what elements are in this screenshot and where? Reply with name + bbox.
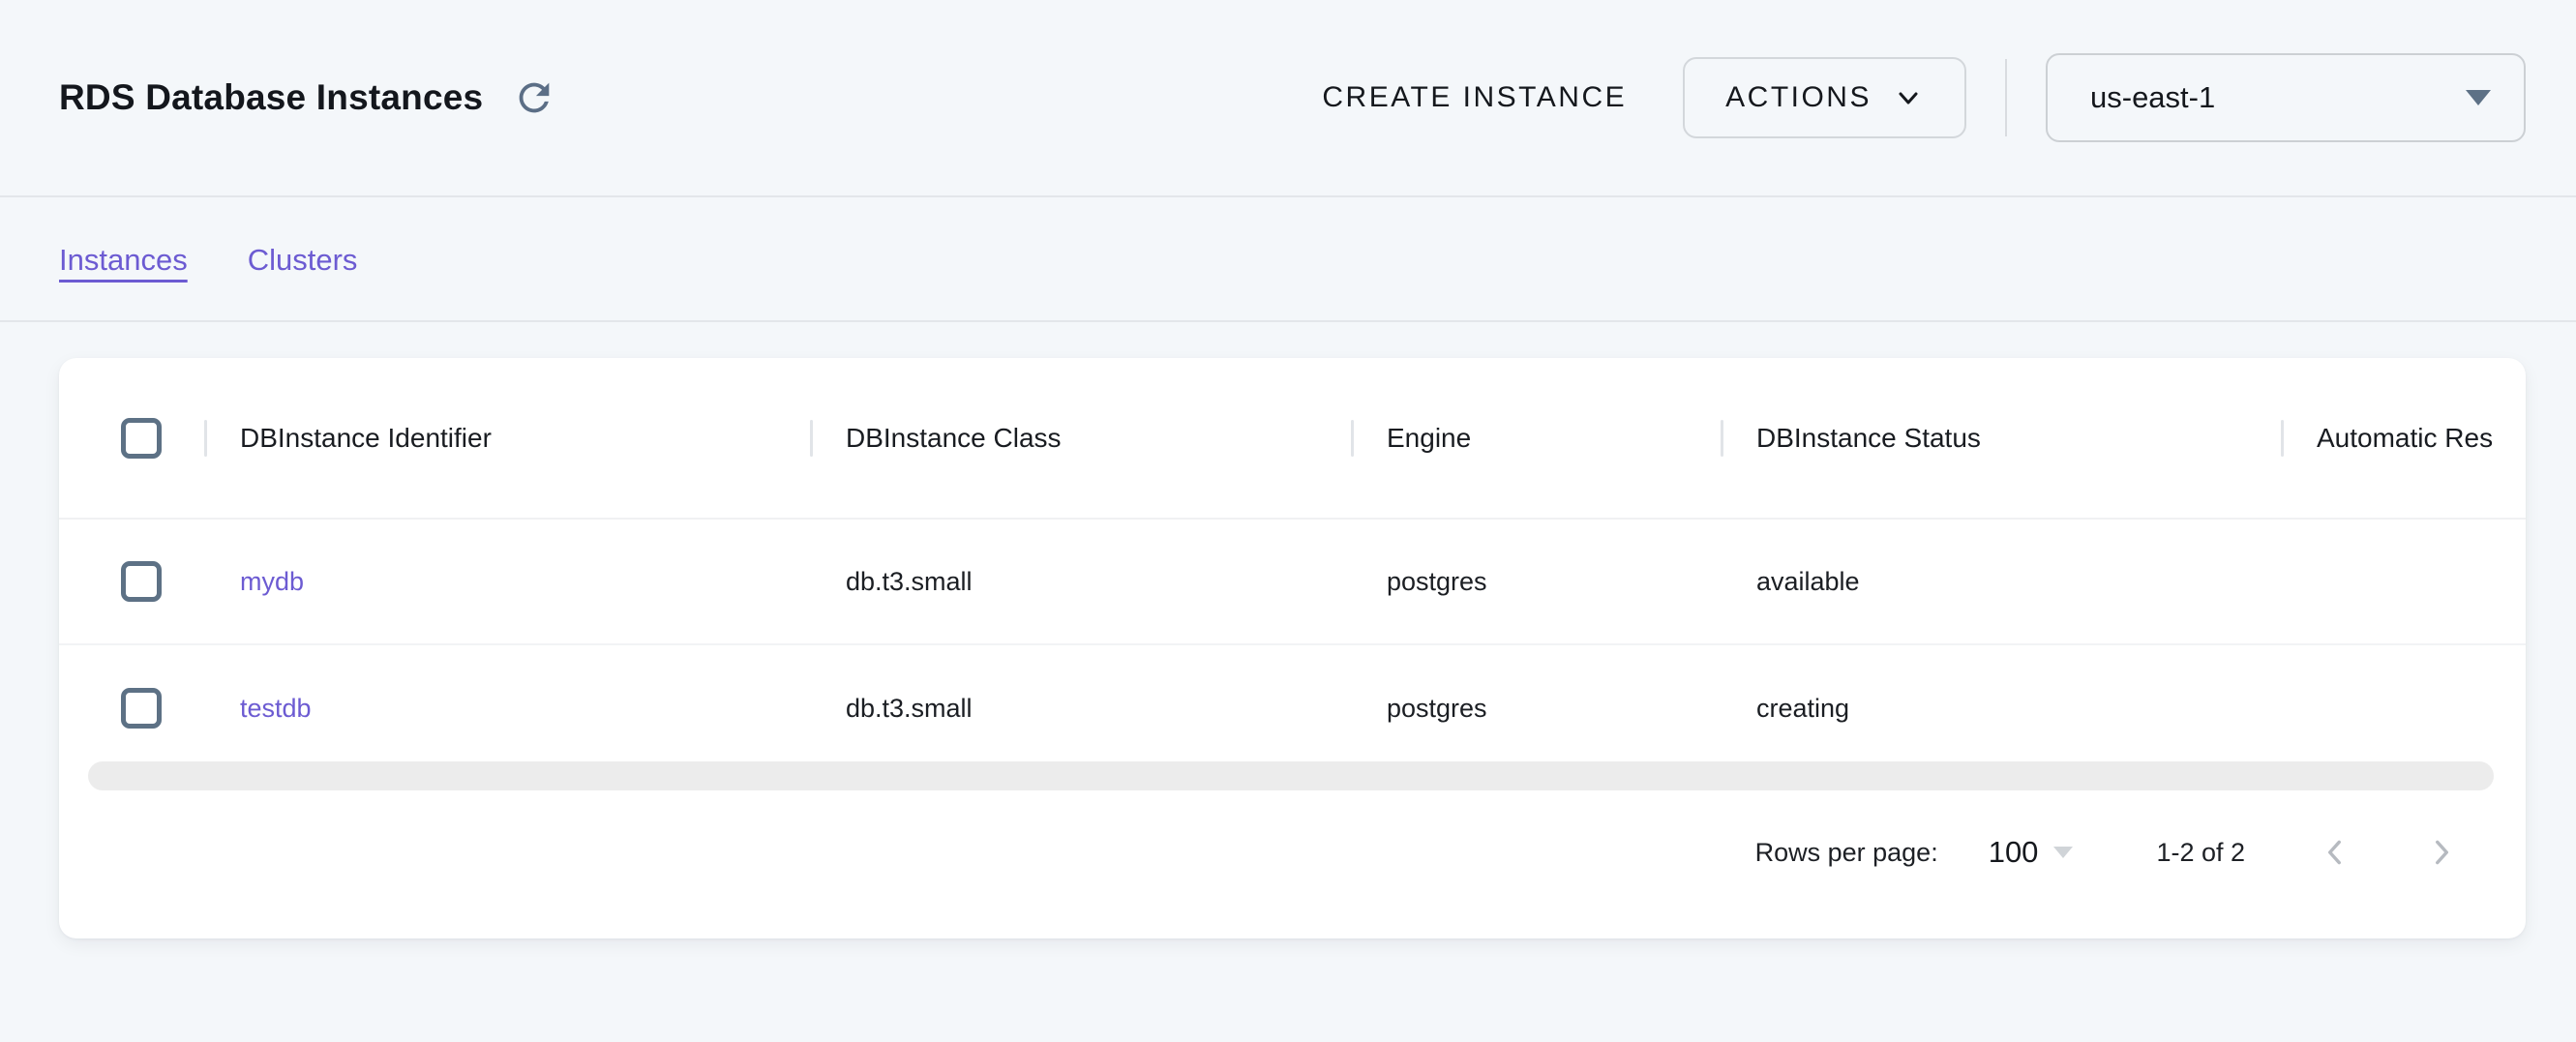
instances-table-card: DBInstance Identifier DBInstance Class E… bbox=[59, 358, 2526, 938]
cell-class: db.t3.small bbox=[810, 645, 1351, 771]
refresh-icon[interactable] bbox=[512, 75, 556, 120]
cell-engine-value: postgres bbox=[1387, 567, 1487, 597]
tab-bar: Instances Clusters bbox=[0, 199, 2576, 322]
column-header-identifier-label: DBInstance Identifier bbox=[240, 423, 492, 454]
cell-status: creating bbox=[1721, 645, 2281, 771]
pagination-bar: Rows per page: 100 1-2 of 2 bbox=[1755, 806, 2458, 899]
cell-identifier: testdb bbox=[204, 645, 810, 771]
actions-button-label: ACTIONS bbox=[1725, 81, 1872, 114]
column-header-engine-label: Engine bbox=[1387, 423, 1471, 454]
column-header-automatic[interactable]: Automatic Res bbox=[2281, 358, 2526, 518]
cell-status: available bbox=[1721, 520, 2281, 643]
create-instance-button[interactable]: CREATE INSTANCE bbox=[1322, 81, 1627, 114]
tab-instances[interactable]: Instances bbox=[59, 243, 188, 278]
column-header-identifier[interactable]: DBInstance Identifier bbox=[204, 358, 810, 518]
page-title: RDS Database Instances bbox=[59, 77, 483, 118]
column-header-engine[interactable]: Engine bbox=[1351, 358, 1721, 518]
region-selector-value: us-east-1 bbox=[2090, 80, 2215, 115]
table-row-mydb[interactable]: mydb db.t3.small postgres available bbox=[59, 520, 2526, 645]
cell-status-value: available bbox=[1756, 567, 1860, 597]
pagination-range: 1-2 of 2 bbox=[2156, 838, 2245, 868]
rows-per-page-label: Rows per page: bbox=[1755, 838, 1938, 868]
column-header-status[interactable]: DBInstance Status bbox=[1721, 358, 2281, 518]
cell-engine-value: postgres bbox=[1387, 694, 1487, 724]
tab-clusters[interactable]: Clusters bbox=[248, 243, 358, 278]
chevron-left-icon bbox=[2319, 836, 2351, 869]
table-row-testdb[interactable]: testdb db.t3.small postgres creating bbox=[59, 645, 2526, 771]
cell-engine: postgres bbox=[1351, 645, 1721, 771]
cell-class-value: db.t3.small bbox=[846, 694, 973, 724]
region-selector[interactable]: us-east-1 bbox=[2046, 53, 2526, 142]
next-page-button[interactable] bbox=[2425, 836, 2458, 869]
instance-link-testdb[interactable]: testdb bbox=[240, 694, 312, 724]
page-header: RDS Database Instances CREATE INSTANCE A… bbox=[0, 0, 2576, 197]
table-header-row: DBInstance Identifier DBInstance Class E… bbox=[59, 358, 2526, 520]
select-all-cell bbox=[59, 358, 204, 518]
cell-class: db.t3.small bbox=[810, 520, 1351, 643]
cell-automatic bbox=[2281, 520, 2526, 643]
row-checkbox-testdb[interactable] bbox=[121, 688, 162, 729]
previous-page-button[interactable] bbox=[2319, 836, 2351, 869]
row-checkbox-cell bbox=[59, 645, 204, 771]
column-header-class[interactable]: DBInstance Class bbox=[810, 358, 1351, 518]
rows-per-page-select[interactable]: 100 bbox=[1989, 835, 2074, 870]
cell-class-value: db.t3.small bbox=[846, 567, 973, 597]
rds-instances-page: RDS Database Instances CREATE INSTANCE A… bbox=[0, 0, 2576, 1042]
instance-link-mydb[interactable]: mydb bbox=[240, 567, 304, 597]
column-header-automatic-label: Automatic Res bbox=[2317, 423, 2493, 454]
rows-per-page-value: 100 bbox=[1989, 835, 2039, 870]
column-header-class-label: DBInstance Class bbox=[846, 423, 1062, 454]
horizontal-scrollbar[interactable] bbox=[88, 761, 2494, 790]
column-header-status-label: DBInstance Status bbox=[1756, 423, 1981, 454]
chevron-down-icon bbox=[1893, 82, 1924, 113]
header-controls: CREATE INSTANCE ACTIONS us-east-1 bbox=[1322, 53, 2526, 142]
cell-status-value: creating bbox=[1756, 694, 1849, 724]
dropdown-arrow-icon bbox=[2466, 90, 2491, 105]
cell-identifier: mydb bbox=[204, 520, 810, 643]
header-divider bbox=[2005, 59, 2007, 136]
rows-per-page-arrow-icon bbox=[2053, 847, 2073, 858]
cell-automatic bbox=[2281, 645, 2526, 771]
select-all-checkbox[interactable] bbox=[121, 418, 162, 459]
chevron-right-icon bbox=[2425, 836, 2458, 869]
cell-engine: postgres bbox=[1351, 520, 1721, 643]
actions-button[interactable]: ACTIONS bbox=[1683, 57, 1966, 138]
row-checkbox-mydb[interactable] bbox=[121, 561, 162, 602]
row-checkbox-cell bbox=[59, 520, 204, 643]
title-group: RDS Database Instances bbox=[59, 75, 556, 120]
